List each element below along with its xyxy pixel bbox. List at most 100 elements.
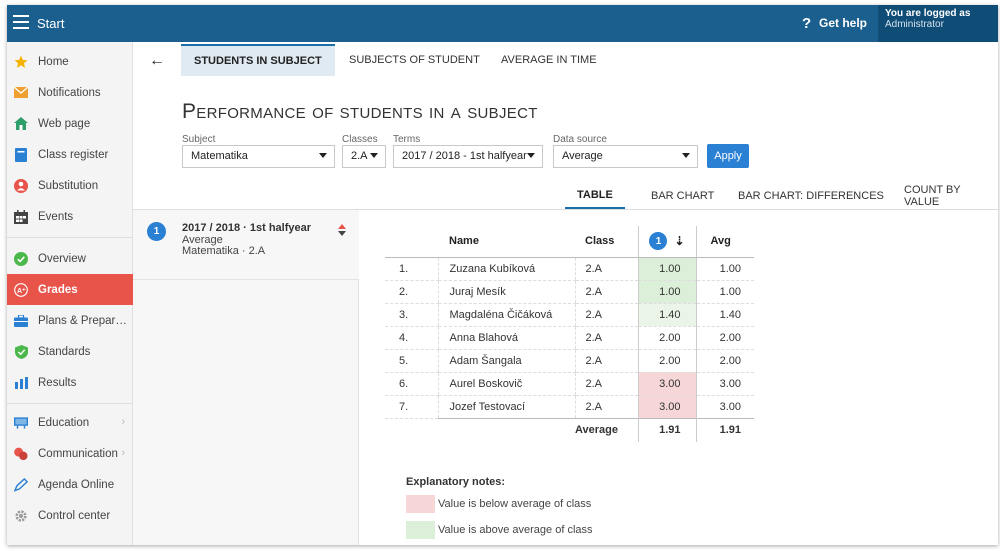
student-class: 2.A [574, 280, 638, 304]
student-avg: 3.00 [695, 395, 754, 419]
sidebar-item-label: Grades [38, 283, 78, 296]
table-row[interactable]: 5. Adam Šangala 2.A 2.00 2.00 [385, 349, 754, 373]
table-row[interactable]: 7. Jozef Testovací 2.A 3.00 3.00 [385, 395, 754, 419]
row-number: 1. [385, 257, 438, 281]
header-class[interactable]: Class [575, 226, 638, 258]
help-icon[interactable]: ? [802, 15, 811, 32]
data-source-select[interactable]: Average [553, 145, 698, 168]
apply-button[interactable]: Apply [707, 144, 749, 168]
row-number: 6. [385, 372, 438, 396]
table-row[interactable]: 3. Magdaléna Čičáková 2.A 1.40 1.40 [385, 303, 754, 327]
student-name: Magdaléna Čičáková [437, 303, 575, 327]
table-row[interactable]: 4. Anna Blahová 2.A 2.00 2.00 [385, 326, 754, 350]
student-avg: 1.00 [695, 257, 754, 281]
term-list-item[interactable]: 1 2017 / 2018 · 1st halfyear Average Mat… [133, 210, 359, 280]
grades-table: Name Class 1 ⇣ Avg 1. Zuzana Kubíková 2.A 1… [385, 226, 754, 442]
sidebar-item-standards[interactable]: Standards [7, 336, 133, 367]
calendar-icon [14, 209, 28, 224]
classes-select[interactable]: 2.A [342, 145, 386, 168]
sidebar-item-label: Home [38, 55, 69, 68]
tab-students-in-subject[interactable]: STUDENTS IN SUBJECT [181, 44, 335, 76]
student-class: 2.A [574, 349, 638, 373]
sidebar-item-label: Overview [38, 252, 86, 265]
footer-average-value: 1.91 [637, 417, 696, 442]
sidebar-item-overview[interactable]: Overview [7, 243, 133, 274]
student-avg: 1.00 [695, 280, 754, 304]
header-name[interactable]: Name [438, 226, 575, 258]
table-row[interactable]: 2. Juraj Mesík 2.A 1.00 1.00 [385, 280, 754, 304]
top-bar: Start ? Get help You are logged as Admin… [7, 5, 998, 42]
tab-average-in-time[interactable]: AVERAGE IN TIME [488, 44, 610, 76]
header-avg[interactable]: Avg [695, 226, 754, 258]
data-source-value: Average [562, 150, 603, 162]
sidebar-item-home[interactable]: Home [7, 46, 133, 77]
gear-icon [14, 509, 28, 523]
sidebar-item-label: Control center [38, 509, 111, 522]
sidebar-item-plans[interactable]: Plans & Prepar… [7, 305, 133, 336]
view-tab-table[interactable]: TABLE [565, 182, 625, 209]
term-value: 2.00 [637, 349, 696, 373]
login-info[interactable]: You are logged as Administrator [878, 5, 998, 42]
sidebar-divider [7, 237, 133, 238]
sidebar-item-label: Education [38, 416, 90, 429]
term-value: 3.00 [637, 395, 696, 419]
view-tab-bar-chart[interactable]: BAR CHART [639, 182, 726, 209]
view-tab-count-by-value[interactable]: COUNT BY VALUE [892, 182, 998, 209]
sidebar-item-events[interactable]: Events [7, 201, 133, 232]
row-number: 5. [385, 349, 438, 373]
term-subject-class: Matematika · 2.A [182, 245, 266, 257]
sidebar-item-substitution[interactable]: Substitution [7, 170, 133, 201]
table-row[interactable]: 6. Aurel Boskovič 2.A 3.00 3.00 [385, 372, 754, 396]
sidebar-item-label: Events [38, 210, 74, 223]
sidebar-item-results[interactable]: Results [7, 367, 133, 398]
sort-ascending-icon[interactable]: ⇣ [674, 234, 684, 248]
sidebar-item-label: Results [38, 376, 77, 389]
sidebar-item-communication[interactable]: Communication › [7, 438, 133, 469]
sidebar: Home Notifications Web page Class regist… [7, 42, 133, 545]
sidebar-item-control-center[interactable]: Control center [7, 500, 133, 531]
help-link[interactable]: Get help [819, 16, 867, 30]
student-class: 2.A [574, 372, 638, 396]
term-title: 2017 / 2018 · 1st halfyear [182, 222, 312, 234]
sidebar-item-notifications[interactable]: Notifications [7, 77, 133, 108]
check-circle-icon [14, 251, 28, 266]
tab-subjects-of-student[interactable]: SUBJECTS OF STUDENT [336, 44, 493, 76]
chevron-down-icon [319, 153, 327, 158]
row-number: 3. [385, 303, 438, 327]
terms-panel: 1 2017 / 2018 · 1st halfyear Average Mat… [133, 210, 359, 545]
sidebar-item-education[interactable]: Education › [7, 407, 133, 438]
student-class: 2.A [574, 303, 638, 327]
chevron-down-icon [370, 153, 378, 158]
notes-title: Explanatory notes: [406, 476, 506, 488]
student-avg: 2.00 [695, 326, 754, 350]
footer-average-label: Average [575, 417, 638, 442]
subject-value: Matematika [191, 150, 248, 162]
student-name: Zuzana Kubíková [437, 257, 575, 281]
header-term-value[interactable]: 1 ⇣ [637, 226, 696, 258]
header-number [385, 226, 438, 258]
login-label: You are logged as [885, 8, 971, 19]
back-arrow-icon[interactable]: ← [149, 52, 165, 70]
note-above-text: Value is above average of class [438, 524, 593, 536]
sidebar-item-web-page[interactable]: Web page [7, 108, 133, 139]
reorder-icon[interactable] [338, 224, 346, 238]
view-tab-bar-chart-differences[interactable]: BAR CHART: DIFFERENCES [726, 182, 896, 209]
student-name: Juraj Mesík [437, 280, 575, 304]
terms-select[interactable]: 2017 / 2018 - 1st halfyear [393, 145, 543, 168]
sidebar-item-agenda-online[interactable]: Agenda Online [7, 469, 133, 500]
pen-icon [14, 477, 28, 492]
student-avg: 1.40 [695, 303, 754, 327]
sidebar-item-class-register[interactable]: Class register [7, 139, 133, 170]
hamburger-menu-icon[interactable] [13, 15, 29, 29]
term-value: 1.40 [637, 303, 696, 327]
sidebar-item-grades[interactable]: A⁺ Grades [7, 274, 133, 305]
data-source-label: Data source [553, 134, 607, 145]
sidebar-item-label: Substitution [38, 179, 99, 192]
app-title[interactable]: Start [37, 16, 64, 31]
table-row[interactable]: 1. Zuzana Kubíková 2.A 1.00 1.00 [385, 257, 754, 281]
subject-select[interactable]: Matematika [182, 145, 335, 168]
student-class: 2.A [574, 326, 638, 350]
chat-icon [14, 447, 28, 461]
term-value: 1.00 [637, 280, 696, 304]
sidebar-item-label: Class register [38, 148, 109, 161]
